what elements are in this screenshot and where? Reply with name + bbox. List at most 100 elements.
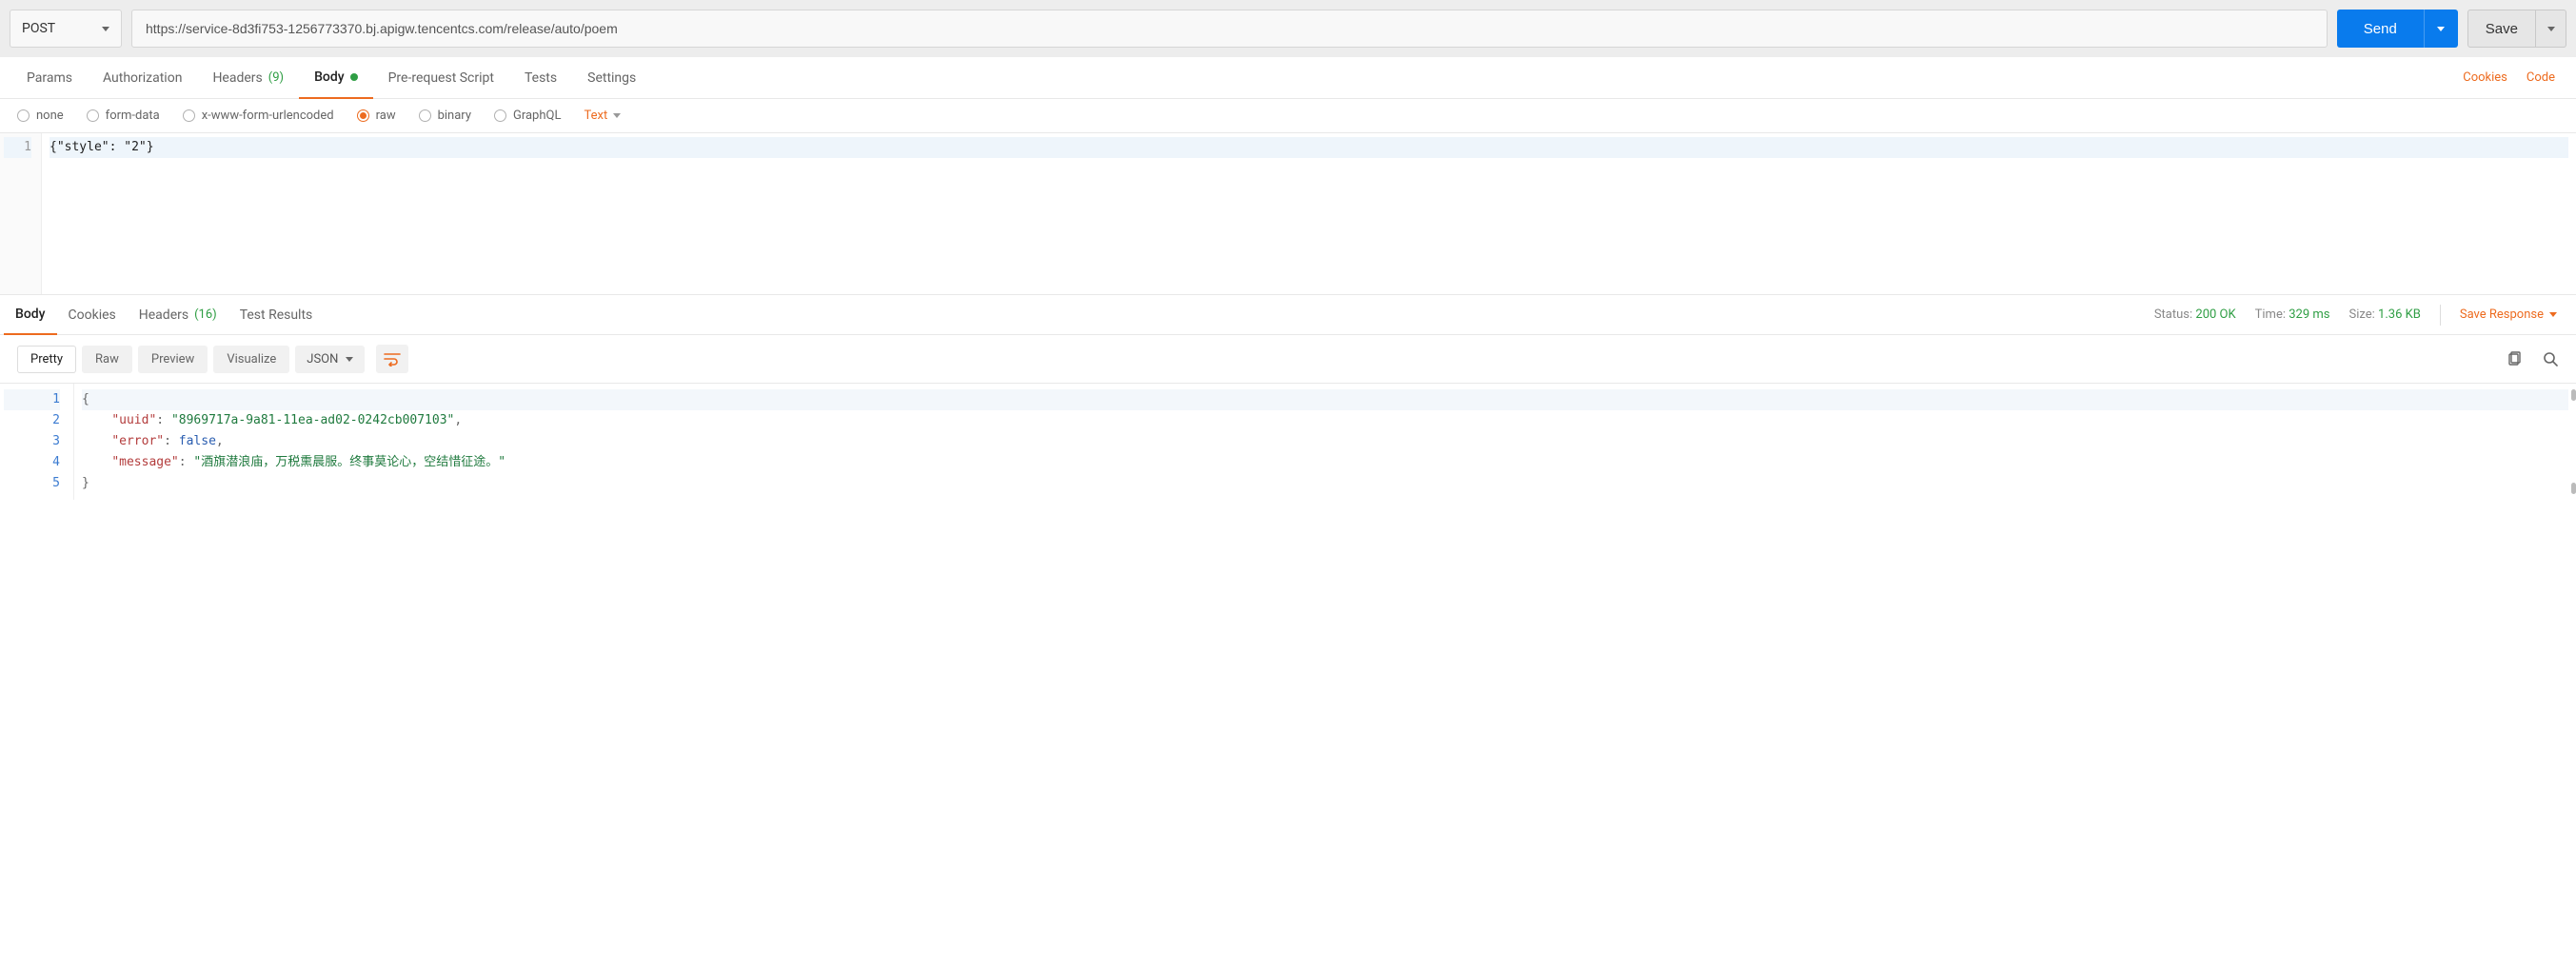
line-gutter: 1 2 3 4 5 — [0, 384, 74, 500]
body-type-graphql[interactable]: GraphQL — [494, 109, 561, 123]
body-active-dot-icon — [350, 73, 358, 81]
line-number: 2 — [4, 410, 60, 431]
save-dropdown-button[interactable] — [2536, 10, 2566, 48]
line-number: 4 — [4, 452, 60, 473]
radio-icon — [17, 109, 30, 122]
chevron-down-icon — [102, 27, 109, 31]
scrollbar-indicator — [2571, 483, 2576, 494]
code-line: "uuid": "8969717a-9a81-11ea-ad02-0242cb0… — [82, 410, 2568, 431]
scrollbar-indicator — [2571, 389, 2576, 401]
content-type-label: Text — [584, 109, 607, 123]
response-tabs: Body Cookies Headers (16) Test Results S… — [0, 295, 2576, 335]
cookies-link[interactable]: Cookies — [2453, 70, 2517, 85]
tab-headers[interactable]: Headers (9) — [197, 57, 299, 99]
radio-checked-icon — [360, 112, 367, 119]
body-type-label: binary — [438, 109, 471, 123]
body-type-raw[interactable]: raw — [357, 109, 396, 123]
tab-headers-label: Headers — [212, 70, 262, 86]
response-tab-body[interactable]: Body — [4, 295, 57, 335]
body-type-urlencoded[interactable]: x-www-form-urlencoded — [183, 109, 334, 123]
tab-body-label: Body — [314, 69, 345, 85]
send-button[interactable]: Send — [2337, 10, 2424, 48]
body-type-binary[interactable]: binary — [419, 109, 471, 123]
code-area[interactable]: { "uuid": "8969717a-9a81-11ea-ad02-0242c… — [74, 384, 2576, 500]
wrap-icon — [384, 351, 401, 367]
chevron-down-icon — [2549, 312, 2557, 317]
body-type-label: GraphQL — [513, 109, 561, 123]
body-type-label: form-data — [106, 109, 160, 123]
chevron-down-icon — [2437, 27, 2445, 31]
headers-count-badge: (9) — [268, 70, 284, 85]
tab-settings[interactable]: Settings — [572, 57, 651, 99]
url-input[interactable] — [131, 10, 2328, 48]
request-body-editor[interactable]: 1 {"style": "2"} — [0, 133, 2576, 295]
size-label: Size: — [2349, 307, 2375, 322]
status-group: Status: 200 OK — [2154, 307, 2236, 322]
code-line: { — [82, 389, 2568, 410]
response-type-select[interactable]: JSON — [295, 346, 365, 373]
response-tab-test-results[interactable]: Test Results — [228, 295, 325, 335]
line-number: 5 — [4, 473, 60, 494]
wrap-lines-button[interactable] — [376, 345, 408, 373]
tab-tests[interactable]: Tests — [509, 57, 572, 99]
send-dropdown-button[interactable] — [2424, 10, 2458, 48]
body-type-none[interactable]: none — [17, 109, 64, 123]
tab-prerequest[interactable]: Pre-request Script — [373, 57, 509, 99]
save-button-group: Save — [2467, 10, 2566, 48]
tab-params[interactable]: Params — [11, 57, 88, 99]
radio-icon — [494, 109, 506, 122]
response-body-editor[interactable]: 1 2 3 4 5 { "uuid": "8969717a-9a81-11ea-… — [0, 384, 2576, 500]
tab-body[interactable]: Body — [299, 57, 373, 99]
http-method-value: POST — [22, 21, 55, 36]
chevron-down-icon — [346, 357, 353, 362]
code-line: } — [82, 473, 2568, 494]
save-response-button[interactable]: Save Response — [2460, 307, 2557, 322]
format-preview[interactable]: Preview — [138, 346, 208, 373]
code-link[interactable]: Code — [2517, 70, 2565, 85]
code-line: {"style": "2"} — [50, 137, 2568, 158]
request-tabs: Params Authorization Headers (9) Body Pr… — [0, 57, 2576, 99]
radio-icon — [87, 109, 99, 122]
time-group: Time: 329 ms — [2255, 307, 2330, 322]
code-line: "message": "酒旗潜浪庙，万税熏晨服。终事莫论心，空结惜征途。" — [82, 452, 2568, 473]
body-type-row: none form-data x-www-form-urlencoded raw… — [0, 99, 2576, 133]
request-bar: POST Send Save — [0, 0, 2576, 57]
line-number: 1 — [4, 389, 60, 410]
response-headers-count: (16) — [194, 307, 217, 322]
format-visualize[interactable]: Visualize — [213, 346, 289, 373]
http-method-select[interactable]: POST — [10, 10, 122, 48]
line-number: 3 — [4, 431, 60, 452]
line-gutter: 1 — [0, 133, 42, 294]
body-type-formdata[interactable]: form-data — [87, 109, 160, 123]
chevron-down-icon — [2547, 27, 2555, 31]
chevron-down-icon — [613, 113, 621, 118]
save-button[interactable]: Save — [2467, 10, 2536, 48]
code-area[interactable]: {"style": "2"} — [42, 133, 2576, 294]
raw-content-type-select[interactable]: Text — [584, 109, 621, 123]
send-button-group: Send — [2337, 10, 2458, 48]
body-type-label: none — [36, 109, 64, 123]
time-value: 329 ms — [2289, 307, 2329, 322]
size-group: Size: 1.36 KB — [2349, 307, 2421, 322]
status-value: 200 OK — [2195, 307, 2235, 322]
search-icon[interactable] — [2542, 350, 2559, 367]
size-value: 1.36 KB — [2378, 307, 2421, 322]
body-type-label: raw — [376, 109, 396, 123]
divider — [2440, 305, 2441, 326]
code-line: "error": false, — [82, 431, 2568, 452]
response-format-row: Pretty Raw Preview Visualize JSON — [0, 335, 2576, 384]
format-pretty[interactable]: Pretty — [17, 346, 76, 373]
response-headers-label: Headers — [139, 307, 188, 323]
response-type-label: JSON — [307, 352, 338, 367]
copy-icon[interactable] — [2506, 350, 2523, 367]
radio-icon — [419, 109, 431, 122]
format-raw[interactable]: Raw — [82, 346, 132, 373]
response-status-block: Status: 200 OK Time: 329 ms Size: 1.36 K… — [2154, 305, 2572, 326]
time-label: Time: — [2255, 307, 2286, 322]
radio-icon — [183, 109, 195, 122]
save-response-label: Save Response — [2460, 307, 2544, 322]
status-label: Status: — [2154, 307, 2192, 322]
response-tab-cookies[interactable]: Cookies — [57, 295, 128, 335]
response-tab-headers[interactable]: Headers (16) — [128, 295, 228, 335]
tab-authorization[interactable]: Authorization — [88, 57, 197, 99]
